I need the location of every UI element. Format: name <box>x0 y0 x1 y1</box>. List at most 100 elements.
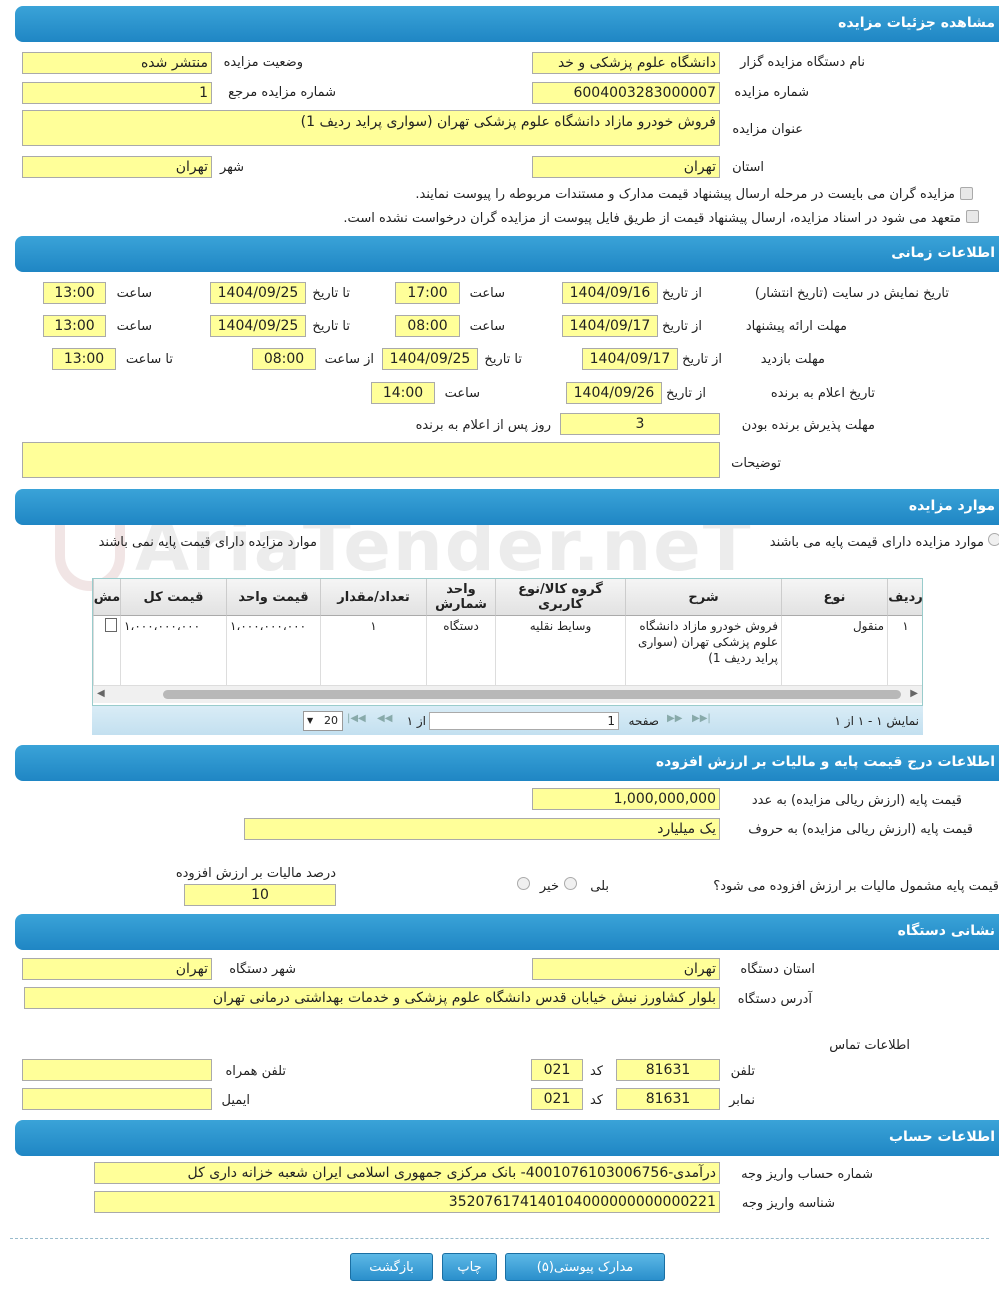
attach-docs-checkbox[interactable] <box>960 187 973 200</box>
announce-from-label: از تاریخ <box>666 386 706 401</box>
display-date-label: تاریخ نمایش در سایت (تاریخ انتشار) <box>754 286 949 301</box>
first-page-icon[interactable]: ▶▶| <box>692 713 711 724</box>
accept-days-field[interactable]: 3 <box>560 413 720 435</box>
print-button[interactable]: چاپ <box>442 1253 497 1281</box>
with-base-price-label: موارد مزایده دارای قیمت پایه می باشند <box>769 535 984 550</box>
ref-field[interactable]: 1 <box>22 82 212 104</box>
offer-to-time-field[interactable]: 13:00 <box>43 315 106 337</box>
announce-time-field[interactable]: 14:00 <box>371 382 435 404</box>
horizontal-scrollbar[interactable]: ◀ ▶ <box>93 685 922 703</box>
visit-from-label: از تاریخ <box>682 352 722 367</box>
payment-id-field[interactable]: 352076174140104000000000000221 <box>94 1191 720 1213</box>
display-to-label: تا تاریخ <box>312 286 350 301</box>
announce-date-field[interactable]: 1404/09/26 <box>566 382 662 404</box>
email-field[interactable] <box>22 1088 212 1110</box>
visit-from-field[interactable]: 1404/09/17 <box>582 348 678 370</box>
visit-label: مهلت بازدید <box>760 352 825 367</box>
accept-label: مهلت پذیرش برنده بودن <box>741 418 875 433</box>
province-label: استان <box>732 160 764 175</box>
vat-yes-radio[interactable] <box>564 877 577 890</box>
vat-percent-label: درصد مالیات بر ارزش افزوده <box>175 866 336 881</box>
status-field[interactable]: منتشر شده <box>22 52 212 74</box>
vat-percent-field[interactable]: 10 <box>184 884 336 906</box>
col-header-group[interactable]: گروه کالا/نوع کاربری <box>495 579 625 616</box>
visit-to-time-field[interactable]: 13:00 <box>52 348 116 370</box>
mobile-label: تلفن همراه <box>225 1064 287 1079</box>
with-base-price-radio[interactable] <box>988 533 999 546</box>
scroll-thumb[interactable] <box>163 690 901 699</box>
account-number-field[interactable]: درآمدی-4001076103006756- بانک مرکزی جمهو… <box>94 1162 720 1184</box>
phone-label: تلفن <box>730 1064 755 1079</box>
org-city-label: شهر دستگاه <box>229 962 296 977</box>
city-field[interactable]: تهران <box>22 156 212 178</box>
section-header-details: مشاهده جزئیات مزایده <box>15 6 999 42</box>
cell-row: ۱ <box>887 616 922 686</box>
pager-page-input[interactable]: 1 <box>429 712 619 730</box>
desc-field[interactable] <box>22 442 720 478</box>
visit-from-time-field[interactable]: 08:00 <box>252 348 316 370</box>
pager-showing: نمایش ۱ - ۱ از ۱ <box>834 714 919 728</box>
col-header-row[interactable]: ردیف <box>887 579 922 616</box>
display-from-time-field[interactable]: 17:00 <box>395 282 460 304</box>
org-city-field[interactable]: تهران <box>22 958 212 980</box>
display-from-field[interactable]: 1404/09/16 <box>562 282 658 304</box>
base-price-num-field[interactable]: 1,000,000,000 <box>532 788 720 810</box>
base-price-num-label: قیمت پایه (ارزش ریالی مزایده) به عدد <box>751 793 962 808</box>
next-page-icon[interactable]: ◀◀ <box>377 713 392 724</box>
pager-page-label: صفحه <box>628 714 659 728</box>
visit-from-hour-label: از ساعت <box>324 352 374 367</box>
col-header-extra[interactable]: مش <box>93 579 120 616</box>
attachments-button[interactable]: مدارک پیوستی(۵) <box>505 1253 665 1281</box>
offer-to-field[interactable]: 1404/09/25 <box>210 315 306 337</box>
last-page-icon[interactable]: |◀◀ <box>347 713 366 724</box>
fax-code-field[interactable]: 021 <box>531 1088 583 1110</box>
col-header-unit-price[interactable]: قیمت واحد <box>226 579 320 616</box>
offer-to-label: تا تاریخ <box>312 319 350 334</box>
scroll-right-icon[interactable]: ▶ <box>910 688 918 699</box>
announce-label: تاریخ اعلام به برنده <box>770 386 875 401</box>
display-to-time-field[interactable]: 13:00 <box>43 282 106 304</box>
number-field[interactable]: 6004003283000007 <box>532 82 720 104</box>
commit-checkbox[interactable] <box>966 210 979 223</box>
details-icon[interactable] <box>105 618 117 632</box>
col-header-desc[interactable]: شرح <box>625 579 781 616</box>
title-field[interactable]: فروش خودرو مازاد دانشگاه علوم پزشکی تهرا… <box>22 110 720 146</box>
title-label: عنوان مزایده <box>732 122 803 137</box>
visit-to-field[interactable]: 1404/09/25 <box>382 348 478 370</box>
chevron-down-icon: ▼ <box>307 716 314 725</box>
divider <box>10 1238 989 1239</box>
vat-no-radio[interactable] <box>517 877 530 890</box>
col-header-total-price[interactable]: قیمت کل <box>120 579 226 616</box>
vat-no-label: خیر <box>539 879 559 894</box>
org-field[interactable]: دانشگاه علوم پزشکی و خد <box>532 52 720 74</box>
prev-page-icon[interactable]: ▶▶ <box>667 713 682 724</box>
offer-from-field[interactable]: 1404/09/17 <box>562 315 658 337</box>
visit-to-label: تا تاریخ <box>484 352 522 367</box>
fax-field[interactable]: 81631 <box>616 1088 720 1110</box>
phone-code-field[interactable]: 021 <box>531 1059 583 1081</box>
offer-from-hour-label: ساعت <box>469 319 505 334</box>
contact-label: اطلاعات تماس <box>829 1038 910 1053</box>
back-button[interactable]: بازگشت <box>350 1253 433 1281</box>
number-label: شماره مزایده <box>734 85 809 100</box>
org-address-field[interactable]: بلوار کشاورز نبش خیابان قدس دانشگاه علوم… <box>24 987 720 1009</box>
phone-field[interactable]: 81631 <box>616 1059 720 1081</box>
base-price-text-field[interactable]: یک میلیارد <box>244 818 720 840</box>
display-to-field[interactable]: 1404/09/25 <box>210 282 306 304</box>
without-base-price-label: موارد مزایده دارای قیمت پایه نمی باشند <box>98 535 317 550</box>
commit-label: متعهد می شود در اسناد مزایده، ارسال پیشن… <box>343 211 961 226</box>
page-size-select[interactable]: ▼ 20 <box>303 711 343 731</box>
display-from-label: از تاریخ <box>662 286 702 301</box>
org-province-field[interactable]: تهران <box>532 958 720 980</box>
province-field[interactable]: تهران <box>532 156 720 178</box>
cell-qty: ۱ <box>320 616 426 686</box>
display-to-hour-label: ساعت <box>116 286 152 301</box>
mobile-field[interactable] <box>22 1059 212 1081</box>
offer-from-label: از تاریخ <box>662 319 702 334</box>
col-header-type[interactable]: نوع <box>781 579 887 616</box>
col-header-unit[interactable]: واحد شمارش <box>426 579 495 616</box>
col-header-qty[interactable]: تعداد/مقدار <box>320 579 426 616</box>
cell-desc: فروش خودرو مازاد دانشگاه علوم پزشکی تهرا… <box>625 616 781 686</box>
scroll-left-icon[interactable]: ◀ <box>97 688 105 699</box>
offer-from-time-field[interactable]: 08:00 <box>395 315 460 337</box>
